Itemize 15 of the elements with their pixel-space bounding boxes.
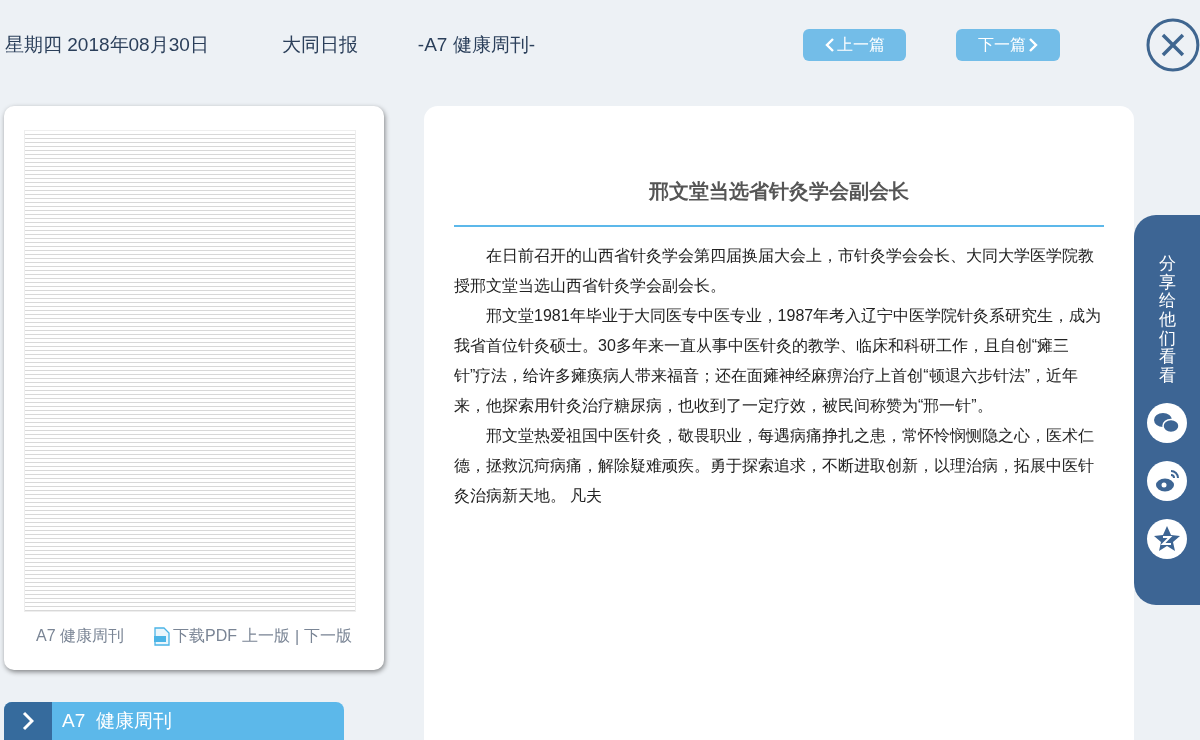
article-paragraph: 在日前召开的山西省针灸学会第四届换届大会上，市针灸学会会长、大同大学医学院教授邢文堂当选山西省针灸学会副会长。: [454, 246, 1095, 296]
newspaper-name: 大同日报: [282, 33, 360, 57]
separator-text: |: [295, 627, 300, 646]
article-paragraph: 邢文堂1981年毕业于大同医专中医专业，1987年考入辽宁中医学院针灸系研究生，成为我省首位针灸硕士。30多年来一直从事中医针灸的教学、临床和科研工作，且自创“瘫三针”疗法，给许多瘫痪病人带来福音；还在面瘫神经麻痹治疗上首创“顿退六步针法”，近年来，他探索用针灸治疗糖尿病，也收到了一定疗效，被民间称赞为“邢一针”。: [454, 306, 1103, 416]
next-article-button[interactable]: 下一篇: [956, 29, 1061, 61]
download-pdf-link[interactable]: 下载PDF: [154, 626, 237, 647]
article-title: 邢文堂当选省针灸学会副会长: [648, 179, 910, 204]
edition-title: -A7 健康周刊-: [417, 33, 536, 57]
previous-article-button[interactable]: 上一篇: [802, 29, 907, 61]
page-nav-link[interactable]: 上一版: [242, 626, 290, 647]
date-text: 星期四 2018年08月30日: [5, 33, 210, 57]
share-label: 分享给他们看看: [1158, 255, 1176, 386]
edition-label: A7 健康周刊: [36, 626, 124, 646]
page-nav-link[interactable]: 下一版: [304, 626, 353, 647]
article-paragraph: 邢文堂热爱祖国中医针灸，敬畏职业，每遇病痛挣扎之患，常怀怜悯恻隐之心，医术仁德，拯救沉疴病痛，解除疑难顽疾。勇于探索追求，不断进取创新，以理治病，拓展中医针灸治病新天地。 凡夫: [454, 426, 1095, 506]
